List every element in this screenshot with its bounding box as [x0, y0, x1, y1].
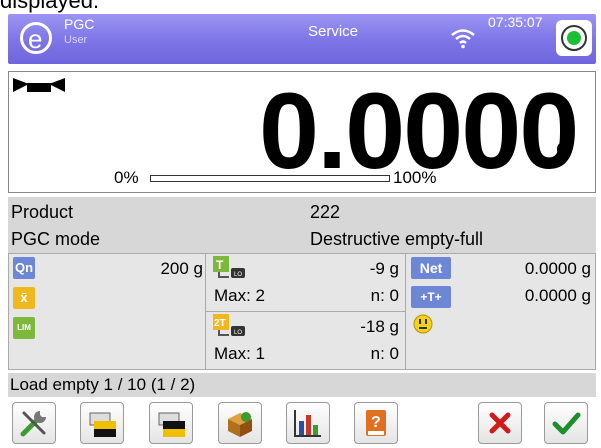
- database-button[interactable]: [218, 402, 262, 444]
- wifi-icon: [451, 29, 475, 49]
- status-indicator-button[interactable]: [556, 20, 592, 56]
- cancel-icon: [489, 412, 511, 434]
- cancel-button[interactable]: [478, 402, 522, 444]
- product-label: Product: [11, 202, 74, 222]
- tools-icon: [20, 411, 46, 437]
- program-name: PGC: [64, 16, 95, 32]
- status-dot-icon: [567, 31, 581, 45]
- tolerance-2t1-icon: 2T LO: [213, 314, 245, 336]
- clock: 07:35:07: [488, 14, 543, 30]
- svg-text:LO: LO: [234, 272, 242, 278]
- pgc-parameters-grid: Qn 200 g x̄ LIM T LO -9 g Max: 2 n: 0 2T…: [8, 253, 596, 370]
- average-icon: x̄: [13, 287, 35, 309]
- divider: [205, 311, 405, 312]
- pgc-mode-label: PGC mode: [11, 229, 101, 249]
- weighing-display: 0.0000 g 0% 100%: [8, 71, 596, 193]
- database-icon: [228, 412, 252, 437]
- tolerance-t1-value: -9 g: [369, 259, 399, 278]
- pgc-mode-value: Destructive empty-full: [310, 229, 484, 249]
- tare-value: 0.0000 g: [524, 286, 591, 305]
- bottom-toolbar: ?: [8, 398, 596, 448]
- average-limit-icon: LIM: [13, 317, 35, 339]
- tolerance-2t1-value: -18 g: [360, 317, 399, 336]
- print-footer-icon: [158, 412, 185, 437]
- svg-text:T: T: [216, 258, 224, 272]
- tolerance-t1-icon: T LO: [213, 256, 245, 278]
- stability-marker-icon: [13, 78, 65, 92]
- smiley-icon: [413, 314, 433, 334]
- print-header-icon: [89, 412, 116, 437]
- help-button[interactable]: ?: [354, 402, 398, 444]
- tolerance-t1-count: n: 0: [370, 286, 399, 305]
- load-bargraph: [150, 175, 390, 182]
- operating-mode: Service: [308, 23, 359, 40]
- process-status-text: Load empty 1 / 10 (1 / 2): [10, 375, 196, 394]
- user-name: User: [64, 34, 88, 46]
- net-badge: Net: [411, 257, 451, 279]
- tolerance-2t1-max: Max: 1: [214, 344, 266, 363]
- nominal-mass-value: 200 g: [160, 259, 203, 278]
- tolerance-2t1-count: n: 0: [370, 344, 399, 363]
- nominal-mass-icon: Qn: [13, 257, 35, 279]
- tare-badge: +T+: [411, 286, 451, 308]
- header-bar: e PGC User Service 07:35:07: [8, 14, 596, 64]
- brand-logo-icon: e: [20, 22, 52, 54]
- divider: [405, 254, 406, 369]
- bargraph-max-label: 100%: [393, 168, 437, 187]
- process-status-bar: Load empty 1 / 10 (1 / 2): [8, 373, 596, 397]
- confirm-button[interactable]: [544, 402, 588, 444]
- print-footer-button[interactable]: [149, 402, 193, 444]
- svg-text:?: ?: [371, 414, 381, 431]
- info-panel: Product 222 PGC mode Destructive empty-f…: [8, 197, 596, 253]
- bargraph-min-label: 0%: [114, 168, 139, 187]
- svg-text:LO: LO: [234, 330, 242, 336]
- confirm-icon: [552, 412, 581, 435]
- help-icon: ?: [366, 410, 386, 436]
- svg-text:2T: 2T: [214, 318, 226, 329]
- tools-button[interactable]: [12, 402, 56, 444]
- statistics-button[interactable]: [286, 402, 330, 444]
- mass-unit: g: [556, 135, 571, 162]
- net-value: 0.0000 g: [524, 259, 591, 278]
- product-value: 222: [310, 202, 341, 222]
- statistics-icon: [294, 410, 321, 437]
- tolerance-t1-max: Max: 2: [214, 286, 266, 305]
- print-header-button[interactable]: [80, 402, 124, 444]
